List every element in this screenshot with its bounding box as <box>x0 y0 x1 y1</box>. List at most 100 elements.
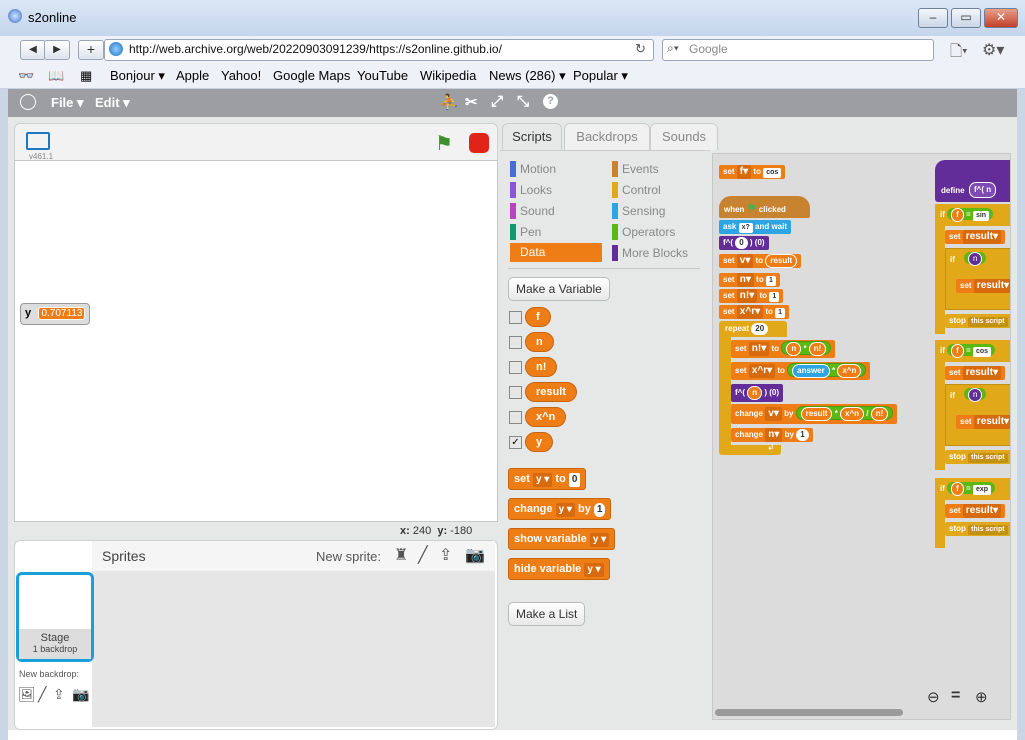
show-variable-block[interactable]: show variable y ▾ <box>508 528 616 550</box>
if-var[interactable]: f <box>951 208 964 222</box>
op-b[interactable]: x^n <box>840 407 865 421</box>
bookmark-google-maps[interactable]: Google Maps <box>273 68 350 83</box>
reload-icon[interactable]: ↻ <box>635 41 646 57</box>
variable-reporter-result[interactable]: result <box>525 382 577 402</box>
stop-block[interactable]: stop this script <box>945 450 1010 464</box>
variable-reporter-f[interactable]: f <box>525 307 551 327</box>
change-n-block[interactable]: change n▾ by 1 <box>731 428 813 442</box>
define-param[interactable]: n <box>986 185 991 194</box>
shrink-icon[interactable]: ⤡ <box>517 93 529 110</box>
set-result-inner-block[interactable]: set result▾ <box>956 415 1010 429</box>
op-a[interactable]: result <box>800 407 833 421</box>
if-var[interactable]: f <box>951 344 964 358</box>
if-inner-var[interactable]: n <box>968 252 983 266</box>
stop-option[interactable]: this script <box>968 317 1008 327</box>
zoom-reset-icon[interactable]: = <box>951 687 960 705</box>
fullscreen-icon[interactable] <box>26 132 50 150</box>
set-nfact-mul-block[interactable]: set n!▾ to n * n! <box>731 340 836 358</box>
if-cond[interactable]: f = sin <box>947 208 994 222</box>
if-val[interactable]: sin <box>972 211 990 221</box>
bookmark-apple[interactable]: Apple <box>176 68 209 83</box>
sprite-library-icon[interactable]: ♜ <box>394 545 408 565</box>
if-var[interactable]: f <box>951 482 964 496</box>
set-v-block[interactable]: set v▾ to result <box>719 254 802 268</box>
category-events[interactable]: Events <box>612 161 659 177</box>
set-block-var[interactable]: y ▾ <box>532 473 553 487</box>
op-a[interactable]: answer <box>792 364 830 378</box>
op-reporter[interactable]: result * x^n / n! <box>795 406 894 421</box>
green-flag-icon[interactable]: ⚑ <box>435 131 453 156</box>
tab-sounds[interactable]: Sounds <box>650 123 718 150</box>
blk-val[interactable]: 1 <box>775 308 786 318</box>
new-tab-button[interactable]: + <box>78 40 104 60</box>
category-control[interactable]: Control <box>612 182 661 198</box>
maximize-button[interactable]: ▭ <box>951 8 981 28</box>
category-data[interactable]: Data <box>510 243 602 262</box>
set-block[interactable]: set y ▾ to 0 <box>508 468 587 490</box>
repeat-count[interactable]: 20 <box>751 323 769 335</box>
if-inner-cond[interactable]: n <box>964 252 987 266</box>
stop-option[interactable]: this script <box>968 453 1008 463</box>
blk-val[interactable]: x? <box>738 223 753 233</box>
blk-var[interactable]: n!▾ <box>748 342 770 356</box>
set-result-block[interactable]: set result▾ <box>945 230 1006 244</box>
category-motion[interactable]: Motion <box>510 161 556 177</box>
set-result-block[interactable]: set result▾ <box>945 504 1006 518</box>
show-variable-var[interactable]: y ▾ <box>589 533 610 547</box>
define-proto[interactable]: f^( n <box>969 182 997 198</box>
variable-checkbox-nfact[interactable] <box>509 361 522 374</box>
variable-reporter-y[interactable]: y <box>525 432 554 452</box>
category-more-blocks[interactable]: More Blocks <box>612 245 688 261</box>
op-c[interactable]: n! <box>870 407 889 421</box>
blk-val[interactable]: 0 <box>735 237 748 249</box>
call-f-n-block[interactable]: f^( n ) (0) <box>731 384 784 402</box>
if-inner-cond[interactable]: n <box>964 388 987 402</box>
ask-block[interactable]: ask x? and wait <box>719 220 792 234</box>
set-f-block[interactable]: set f▾ to cos <box>719 165 786 179</box>
if-val[interactable]: exp <box>972 485 991 495</box>
upload-sprite-icon[interactable]: ⇪ <box>439 545 452 565</box>
page-menu-icon[interactable]: 🗋▾ <box>950 41 968 66</box>
edit-menu[interactable]: Edit ▾ <box>95 95 130 111</box>
if-cond[interactable]: f = exp <box>947 482 995 496</box>
define-hat-block[interactable]: define f^( n <box>935 160 1010 202</box>
file-menu[interactable]: File ▾ <box>51 95 84 111</box>
blk-var[interactable]: x^r▾ <box>736 305 764 319</box>
duplicate-icon[interactable]: ⛹ <box>440 93 459 111</box>
bookmark-popular[interactable]: Popular ▾ <box>573 68 628 84</box>
if-block-exp[interactable]: if f = exp set result▾ stop this script <box>935 478 1010 548</box>
set-nfact-block[interactable]: set n!▾ to 1 <box>719 289 784 303</box>
camera-icon[interactable]: 📷 <box>465 545 485 565</box>
op-b[interactable]: n! <box>808 342 827 356</box>
book-icon[interactable]: 📖 <box>48 68 64 84</box>
variable-reporter-nfact[interactable]: n! <box>525 357 558 377</box>
language-globe-icon[interactable] <box>20 94 36 110</box>
gear-icon[interactable]: ⚙▾ <box>982 40 1004 60</box>
blk-var[interactable]: n!▾ <box>736 289 758 303</box>
variable-reporter-n[interactable]: n <box>525 332 554 352</box>
category-operators[interactable]: Operators <box>612 224 675 240</box>
delete-icon[interactable]: ✂ <box>465 93 478 111</box>
blk-var[interactable]: v▾ <box>765 407 782 421</box>
stage-canvas[interactable] <box>14 160 498 522</box>
bookmark-bonjour[interactable]: Bonjour ▾ <box>110 68 165 84</box>
paint-sprite-icon[interactable]: ╱ <box>418 545 428 565</box>
set-xn-mul-block[interactable]: set x^r▾ to answer * x^n <box>731 362 871 380</box>
bookmark-youtube[interactable]: YouTube <box>357 68 408 83</box>
blk-var[interactable]: x^r▾ <box>748 364 776 378</box>
url-bar[interactable]: http://web.archive.org/web/2022090309123… <box>104 39 654 61</box>
set-block-value[interactable]: 0 <box>568 473 581 487</box>
bookmark-yahoo[interactable]: Yahoo! <box>221 68 261 83</box>
variable-reporter-xn[interactable]: x^n <box>525 407 567 427</box>
grow-icon[interactable]: ⤢ <box>491 93 503 110</box>
make-variable-button[interactable]: Make a Variable <box>508 277 610 301</box>
if-inner-block[interactable]: if n set result▾ <box>945 384 1010 446</box>
bookmark-news[interactable]: News (286) ▾ <box>489 68 566 84</box>
help-icon[interactable]: ? <box>543 94 558 109</box>
blk-var[interactable]: n▾ <box>736 273 754 287</box>
category-looks[interactable]: Looks <box>510 182 552 198</box>
stop-block[interactable]: stop this script <box>945 314 1010 328</box>
forward-button[interactable]: ▶ <box>44 40 70 60</box>
upload-backdrop-icon[interactable]: ⇪ <box>53 686 65 703</box>
op-reporter[interactable]: n * n! <box>781 341 832 356</box>
